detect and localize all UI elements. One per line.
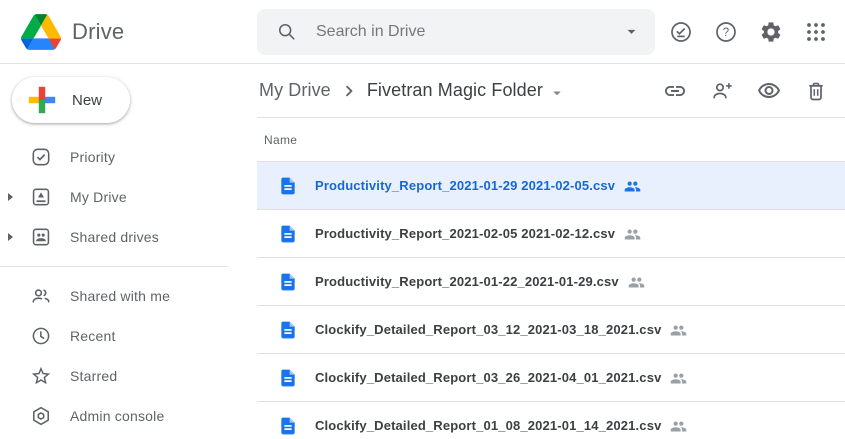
- sidebar-item-icon: [30, 365, 52, 387]
- help-icon[interactable]: [714, 20, 738, 44]
- file-name: Productivity_Report_2021-02-05 2021-02-1…: [315, 226, 615, 241]
- sidebar: New Priority My Drive Shared drives Shar…: [0, 64, 257, 439]
- shared-people-icon: [670, 418, 687, 435]
- new-button-label: New: [72, 92, 102, 109]
- drive-triangle-icon: [21, 14, 61, 50]
- search-icon: [276, 21, 297, 42]
- shared-people-icon: [624, 178, 641, 195]
- sidebar-nav: Priority My Drive Shared drives Shared w…: [0, 137, 257, 436]
- sidebar-item-label: Recent: [70, 328, 116, 344]
- sidebar-item-admin-console[interactable]: Admin console: [0, 396, 257, 436]
- new-button[interactable]: New: [12, 77, 130, 123]
- offline-ready-icon[interactable]: [669, 20, 693, 44]
- sidebar-item-icon: [30, 226, 52, 248]
- main-content: My Drive Fivetran Magic Folder Name Prod…: [257, 64, 845, 439]
- sidebar-item-shared-with-me[interactable]: Shared with me: [0, 276, 257, 316]
- file-row[interactable]: Productivity_Report_2021-01-29 2021-02-0…: [257, 162, 845, 210]
- csv-file-icon: [278, 176, 298, 196]
- top-bar: Drive: [0, 0, 845, 64]
- sidebar-item-label: My Drive: [70, 189, 127, 205]
- search-bar[interactable]: [257, 9, 655, 55]
- file-name: Productivity_Report_2021-01-22_2021-01-2…: [315, 274, 619, 289]
- sidebar-item-shared-drives[interactable]: Shared drives: [0, 217, 257, 257]
- csv-file-icon: [278, 320, 298, 340]
- preview-icon[interactable]: [757, 79, 781, 103]
- search-input[interactable]: [314, 22, 622, 42]
- sidebar-item-priority[interactable]: Priority: [0, 137, 257, 177]
- file-list: Productivity_Report_2021-01-29 2021-02-0…: [257, 162, 845, 439]
- csv-file-icon: [278, 224, 298, 244]
- topbar-actions: [669, 20, 845, 44]
- sidebar-item-label: Starred: [70, 368, 117, 384]
- sidebar-item-label: Priority: [70, 149, 115, 165]
- sidebar-item-icon: [30, 405, 52, 427]
- sidebar-item-icon: [30, 186, 52, 208]
- get-link-icon[interactable]: [663, 79, 687, 103]
- drive-logo[interactable]: Drive: [0, 14, 257, 50]
- plus-icon: [25, 83, 59, 117]
- file-name: Clockify_Detailed_Report_03_26_2021-04_0…: [315, 370, 661, 385]
- name-column-label: Name: [264, 133, 297, 147]
- file-name: Clockify_Detailed_Report_01_08_2021-01_1…: [315, 418, 661, 433]
- sidebar-item-icon: [30, 285, 52, 307]
- google-apps-icon[interactable]: [804, 20, 828, 44]
- shared-people-icon: [624, 226, 641, 243]
- settings-icon[interactable]: [759, 20, 783, 44]
- sidebar-item-recent[interactable]: Recent: [0, 316, 257, 356]
- csv-file-icon: [278, 272, 298, 292]
- sidebar-item-label: Admin console: [70, 408, 164, 424]
- file-row[interactable]: Productivity_Report_2021-01-22_2021-01-2…: [257, 258, 845, 306]
- delete-icon[interactable]: [804, 79, 828, 103]
- product-name: Drive: [72, 19, 124, 45]
- file-row[interactable]: Productivity_Report_2021-02-05 2021-02-1…: [257, 210, 845, 258]
- folder-menu-caret-icon[interactable]: [548, 84, 566, 102]
- breadcrumb-parent[interactable]: My Drive: [259, 80, 331, 101]
- shared-people-icon: [670, 370, 687, 387]
- sidebar-divider: [0, 266, 227, 267]
- chevron-right-icon: [338, 80, 360, 102]
- file-name: Clockify_Detailed_Report_03_12_2021-03_1…: [315, 322, 661, 337]
- file-row[interactable]: Clockify_Detailed_Report_03_12_2021-03_1…: [257, 306, 845, 354]
- sidebar-item-my-drive[interactable]: My Drive: [0, 177, 257, 217]
- file-row[interactable]: Clockify_Detailed_Report_03_26_2021-04_0…: [257, 354, 845, 402]
- file-name: Productivity_Report_2021-01-29 2021-02-0…: [315, 178, 615, 193]
- file-row[interactable]: Clockify_Detailed_Report_01_08_2021-01_1…: [257, 402, 845, 439]
- sidebar-item-label: Shared with me: [70, 288, 170, 304]
- expand-caret-icon[interactable]: [8, 233, 13, 241]
- shared-people-icon: [628, 274, 645, 291]
- name-column-header[interactable]: Name: [257, 118, 845, 162]
- folder-toolbar: [663, 79, 828, 103]
- csv-file-icon: [278, 368, 298, 388]
- shared-people-icon: [670, 322, 687, 339]
- sidebar-item-icon: [30, 146, 52, 168]
- sidebar-item-label: Shared drives: [70, 229, 159, 245]
- breadcrumb-current[interactable]: Fivetran Magic Folder: [367, 80, 543, 101]
- sidebar-item-starred[interactable]: Starred: [0, 356, 257, 396]
- sidebar-item-icon: [30, 325, 52, 347]
- search-options-caret-icon[interactable]: [622, 22, 641, 41]
- add-people-icon[interactable]: [710, 79, 734, 103]
- expand-caret-icon[interactable]: [8, 193, 13, 201]
- csv-file-icon: [278, 416, 298, 436]
- breadcrumb: My Drive Fivetran Magic Folder: [257, 64, 845, 118]
